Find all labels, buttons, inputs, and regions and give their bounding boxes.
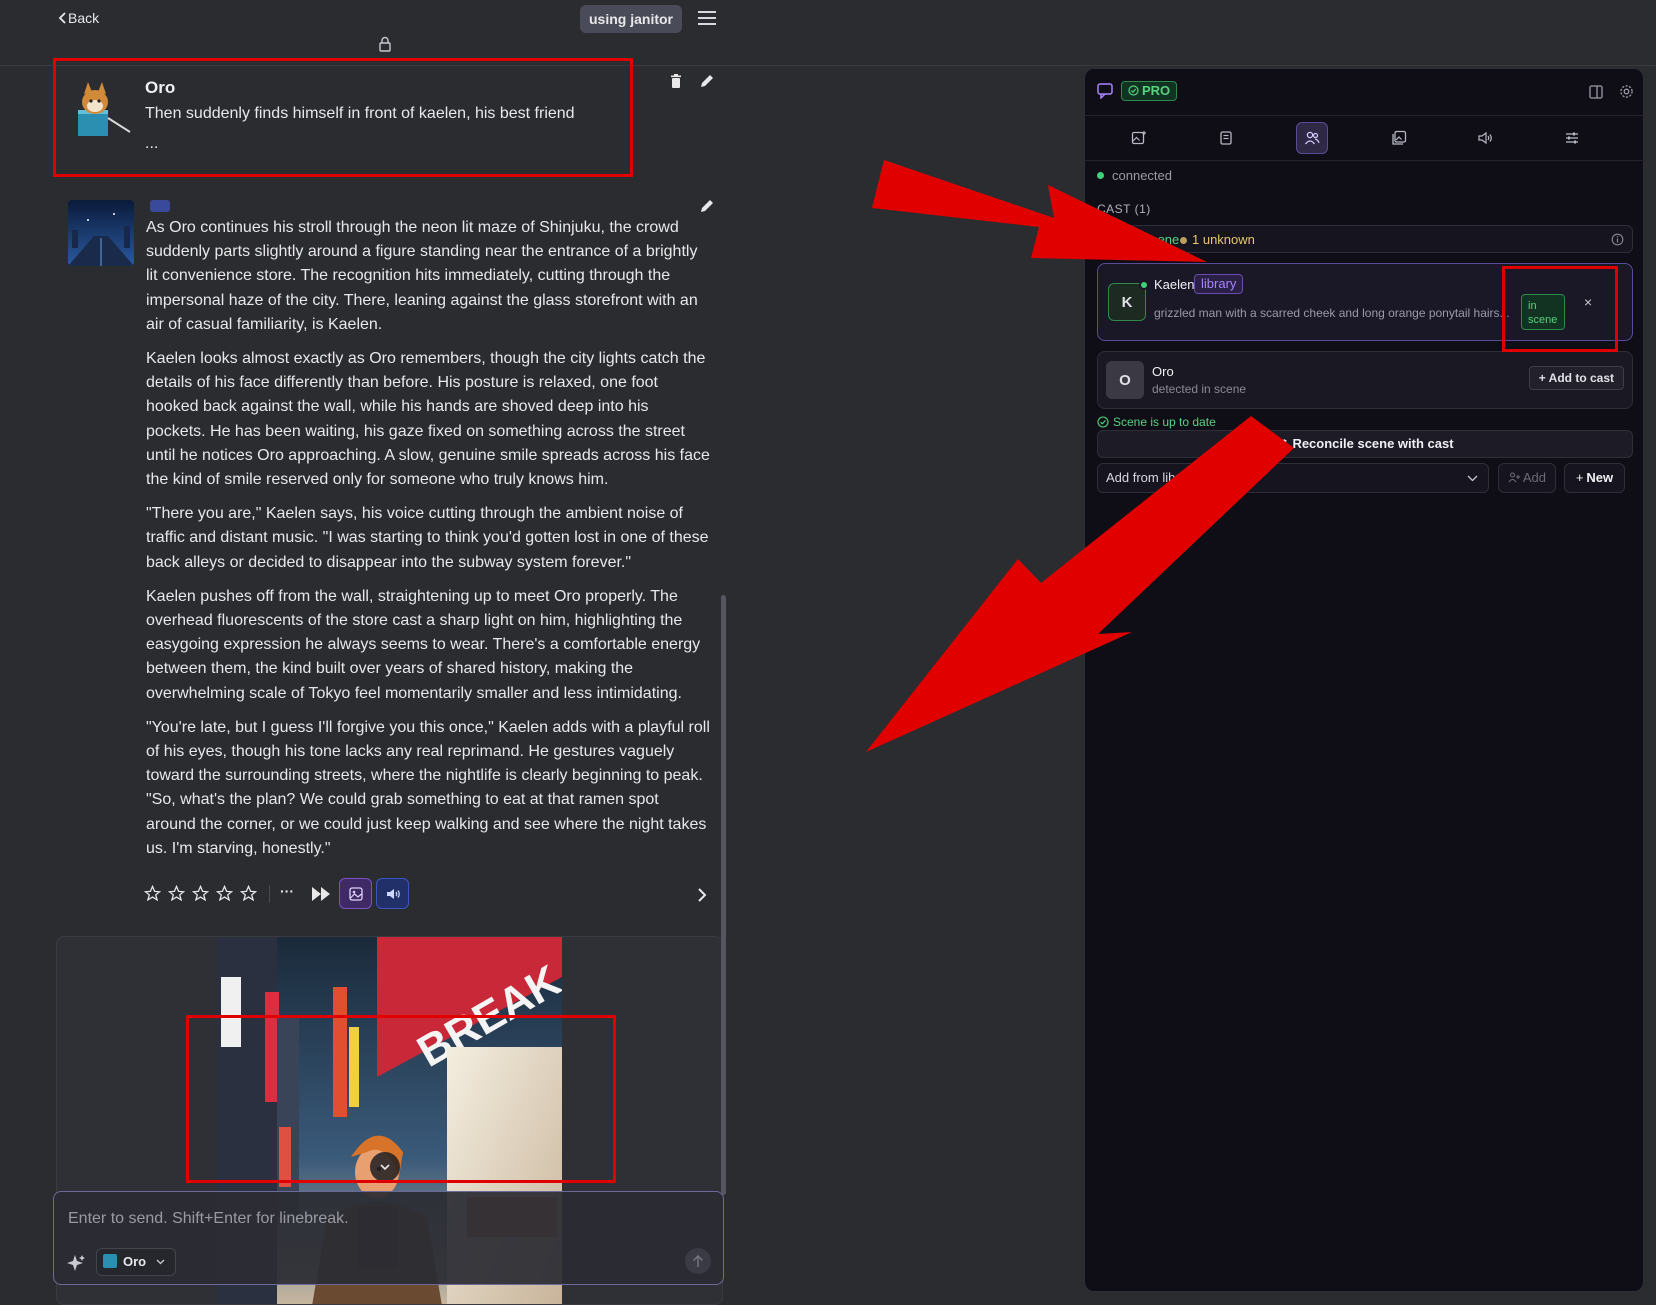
- gear-icon[interactable]: [1619, 84, 1634, 99]
- divider: [269, 885, 270, 903]
- chevron-down-icon: [156, 1259, 165, 1265]
- new-button[interactable]: + New: [1564, 463, 1625, 493]
- tab-audio[interactable]: [1469, 122, 1501, 154]
- edit-icon[interactable]: [699, 73, 715, 89]
- scene-status-label: Scene is up to date: [1113, 415, 1216, 429]
- message-input[interactable]: [68, 1206, 668, 1232]
- cast-name: Kaelen: [1154, 277, 1195, 292]
- character-select-label: Oro: [123, 1254, 147, 1269]
- in-scene-count-label: 1 in scene: [1120, 232, 1180, 247]
- sparkle-icon[interactable]: [66, 1254, 86, 1272]
- scroll-icon: [1220, 131, 1232, 145]
- narrator-avatar: [68, 200, 134, 266]
- message-actions: ···: [144, 877, 714, 911]
- top-bar: Back using janitor: [0, 0, 1656, 66]
- story-paragraph: Kaelen looks almost exactly as Oro remem…: [146, 350, 710, 489]
- arrow-up-icon: [692, 1254, 704, 1267]
- chat-logo-icon: [1097, 83, 1113, 99]
- unknown-count-label: 1 unknown: [1192, 232, 1255, 247]
- info-icon[interactable]: [1611, 233, 1624, 246]
- new-label: New: [1586, 470, 1614, 485]
- cast-subtitle: detected in scene: [1152, 382, 1247, 396]
- reconcile-button[interactable]: Reconcile scene with cast: [1097, 430, 1633, 458]
- character-avatar: [103, 1254, 117, 1268]
- pro-badge: PRO: [1121, 81, 1178, 101]
- check-circle-icon: [1128, 85, 1139, 96]
- refresh-icon: [1277, 439, 1288, 449]
- star-rating-3-icon[interactable]: [192, 885, 209, 902]
- star-rating-5-icon[interactable]: [240, 885, 257, 902]
- scene-status: Scene is up to date: [1097, 415, 1216, 429]
- story-text: As Oro continues his stroll through the …: [146, 216, 711, 871]
- tab-script[interactable]: [1210, 122, 1242, 154]
- star-rating-1-icon[interactable]: [144, 885, 161, 902]
- check-circle-icon: [1097, 416, 1109, 428]
- chevron-right-icon[interactable]: [697, 887, 707, 903]
- fast-forward-icon[interactable]: [311, 886, 331, 902]
- image-icon: [349, 887, 363, 901]
- hamburger-menu-icon[interactable]: [696, 9, 718, 27]
- tab-cast[interactable]: [1296, 122, 1328, 154]
- oro-initial-avatar: O: [1106, 361, 1144, 399]
- cast-card-oro: O Oro detected in scene + Add to cast: [1097, 351, 1633, 409]
- tab-image-gen[interactable]: [1123, 122, 1155, 154]
- reconcile-label: Reconcile scene with cast: [1292, 436, 1454, 451]
- delete-icon[interactable]: [668, 73, 684, 89]
- library-tag: library: [1194, 274, 1244, 294]
- connection-label: connected: [1112, 168, 1172, 183]
- add-label: Add: [1522, 470, 1547, 485]
- cast-description: grizzled man with a scarred cheek and lo…: [1154, 306, 1510, 320]
- lock-icon[interactable]: [378, 36, 392, 52]
- add-to-cast-button[interactable]: + Add to cast: [1528, 366, 1624, 390]
- cast-name: Oro: [1152, 364, 1174, 379]
- cast-summary: 1 in scene 1 unknown: [1097, 225, 1633, 253]
- scene-panel: PRO connected CAST (1) 1 in scene 1 unkn…: [1084, 68, 1645, 1292]
- user-plus-icon: [1508, 472, 1520, 483]
- panel-tabs: [1085, 115, 1645, 161]
- tab-gallery[interactable]: [1383, 122, 1415, 154]
- play-audio-button[interactable]: [376, 878, 409, 909]
- sidebar-toggle-icon[interactable]: [1589, 85, 1603, 99]
- edit-icon[interactable]: [699, 198, 715, 214]
- annotation-box-message: [53, 58, 633, 177]
- status-dot: [1097, 172, 1104, 179]
- images-icon: [1392, 130, 1407, 145]
- story-paragraph: "There you are," Kaelen says, his voice …: [146, 505, 709, 571]
- unknown-count: 1 unknown: [1180, 232, 1255, 247]
- in-scene-count: 1 in scene: [1108, 232, 1179, 247]
- connection-status: connected: [1097, 168, 1172, 183]
- tab-settings[interactable]: [1556, 122, 1588, 154]
- image-plus-icon: [1131, 131, 1146, 145]
- plus-icon: +: [1575, 470, 1584, 485]
- generate-image-button[interactable]: [339, 878, 372, 909]
- pro-label: PRO: [1142, 83, 1171, 98]
- annotation-box-image: [186, 1015, 616, 1183]
- scrollbar[interactable]: [721, 595, 726, 1195]
- back-label: Back: [68, 10, 100, 26]
- send-button[interactable]: [685, 1248, 711, 1274]
- story-paragraph: As Oro continues his stroll through the …: [146, 219, 698, 333]
- chevron-down-icon: [1467, 475, 1478, 482]
- sliders-icon: [1566, 132, 1578, 144]
- users-icon: [1304, 131, 1320, 145]
- back-button[interactable]: Back: [58, 10, 99, 26]
- using-janitor-button[interactable]: using janitor: [580, 5, 682, 33]
- message-composer: Oro: [53, 1191, 724, 1285]
- annotation-box-in-scene: [1502, 266, 1618, 352]
- add-button[interactable]: Add: [1498, 463, 1556, 493]
- more-options-button[interactable]: ···: [280, 883, 294, 899]
- cast-header: CAST (1): [1097, 202, 1151, 216]
- story-paragraph: Kaelen pushes off from the wall, straigh…: [146, 587, 701, 702]
- star-rating-2-icon[interactable]: [168, 885, 185, 902]
- chevron-left-icon: [58, 12, 66, 24]
- speaker-icon: [1478, 131, 1492, 145]
- add-from-library-select[interactable]: Add from library...: [1097, 463, 1489, 493]
- star-rating-4-icon[interactable]: [216, 885, 233, 902]
- add-from-label: Add from library...: [1106, 470, 1208, 485]
- online-dot: [1139, 280, 1149, 290]
- story-paragraph: "You're late, but I guess I'll forgive y…: [146, 718, 710, 857]
- character-select[interactable]: Oro: [96, 1248, 176, 1276]
- narrator-badge: [150, 200, 170, 212]
- speaker-icon: [387, 889, 400, 899]
